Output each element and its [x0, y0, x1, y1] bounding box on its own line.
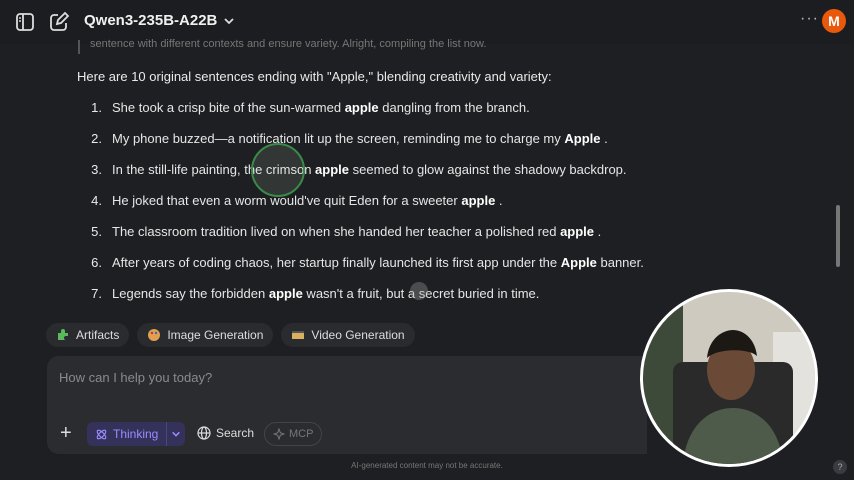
- sidebar-toggle-icon[interactable]: [14, 11, 36, 33]
- item-text: After years of coding chaos, her startup…: [112, 254, 644, 285]
- thinking-toggle[interactable]: Thinking: [87, 422, 186, 446]
- new-chat-icon[interactable]: [48, 11, 70, 33]
- sparkle-icon: [273, 428, 285, 440]
- item-number: 3.: [91, 162, 102, 177]
- item-text-post: seemed to glow against the shadowy backd…: [349, 162, 627, 177]
- presenter-video: [643, 292, 815, 464]
- thinking-border: [78, 40, 80, 54]
- chevron-down-icon: [224, 17, 235, 24]
- input-placeholder: How can I help you today?: [59, 370, 213, 385]
- item-text-pre: My phone buzzed—a notification lit up th…: [112, 131, 565, 146]
- item-number: 4.: [91, 193, 102, 208]
- help-button[interactable]: ?: [833, 460, 847, 474]
- list-item: 1. She took a crisp bite of the sun-warme…: [78, 99, 698, 130]
- mcp-toggle[interactable]: MCP: [264, 422, 323, 446]
- puzzle-icon: [58, 329, 68, 340]
- item-text-keyword: apple: [315, 162, 350, 177]
- search-toggle[interactable]: Search: [197, 426, 254, 440]
- attach-button[interactable]: +: [60, 422, 72, 445]
- message-input[interactable]: How can I help you today? + Thinking Sea…: [47, 356, 647, 454]
- cursor-pointer: [410, 282, 428, 300]
- item-text-keyword: apple: [344, 100, 379, 115]
- artifacts-chip[interactable]: Artifacts: [46, 323, 130, 347]
- mcp-label: MCP: [289, 428, 314, 440]
- item-text-post: .: [600, 131, 608, 146]
- item-number: 6.: [91, 255, 102, 270]
- chip-label: Artifacts: [76, 328, 120, 342]
- video-generation-chip[interactable]: Video Generation: [281, 323, 415, 347]
- item-number: 5.: [91, 224, 102, 239]
- item-number: 1.: [91, 100, 102, 115]
- item-text-post: .: [495, 193, 503, 208]
- scrollbar[interactable]: [836, 205, 840, 267]
- image-generation-chip[interactable]: Image Generation: [137, 323, 274, 347]
- list-item: 2. My phone buzzed—a notification lit up …: [78, 130, 698, 161]
- chevron-down-icon: [172, 431, 181, 437]
- item-text-pre: The classroom tradition lived on when sh…: [112, 224, 561, 239]
- list-item: 6. After years of coding chaos, her start…: [78, 254, 698, 285]
- item-text-post: banner.: [596, 255, 644, 270]
- feature-chips: Artifacts Image Generation Video Generat…: [46, 323, 415, 347]
- more-options-button[interactable]: ···: [800, 10, 819, 28]
- item-number: 7.: [91, 286, 102, 301]
- cursor-highlight: [251, 143, 305, 197]
- item-text-pre: After years of coding chaos, her startup…: [112, 255, 561, 270]
- item-text-keyword: apple: [560, 224, 595, 239]
- response-intro: Here are 10 original sentences ending wi…: [77, 69, 552, 84]
- item-text-post: dangling from the branch.: [378, 100, 530, 115]
- webcam-overlay: [640, 289, 818, 467]
- chip-label: Video Generation: [311, 328, 405, 342]
- item-text-pre: She took a crisp bite of the sun-warmed: [112, 100, 345, 115]
- avatar[interactable]: M: [822, 9, 846, 33]
- palette-icon: [148, 329, 161, 341]
- item-text: Legends say the forbidden apple wasn't a…: [112, 285, 539, 316]
- thinking-text: sentence with different contexts and ens…: [90, 38, 487, 50]
- item-text-keyword: apple: [461, 193, 496, 208]
- item-text: He joked that even a worm would've quit …: [112, 192, 503, 223]
- item-text: The classroom tradition lived on when sh…: [112, 223, 601, 254]
- search-label: Search: [216, 426, 255, 440]
- item-text: She took a crisp bite of the sun-warmed …: [112, 99, 530, 130]
- list-item: 5. The classroom tradition lived on when …: [78, 223, 698, 254]
- list-item: 4. He joked that even a worm would've qui…: [78, 192, 698, 223]
- globe-icon: [197, 426, 211, 440]
- thinking-label: Thinking: [113, 427, 159, 441]
- item-text-keyword: Apple: [564, 131, 601, 146]
- chip-label: Image Generation: [167, 328, 264, 342]
- item-text: In the still-life painting, the crimson …: [112, 161, 627, 192]
- film-icon: [292, 331, 305, 339]
- item-text: My phone buzzed—a notification lit up th…: [112, 130, 608, 161]
- thinking-dropdown[interactable]: [166, 422, 185, 446]
- sentence-list: 1. She took a crisp bite of the sun-warme…: [78, 99, 698, 316]
- model-selector[interactable]: Qwen3-235B-A22B: [84, 12, 235, 29]
- list-item: 7. Legends say the forbidden apple wasn't…: [78, 285, 698, 316]
- atom-icon: [96, 429, 107, 439]
- list-item: 3. In the still-life painting, the crimso…: [78, 161, 698, 192]
- item-text-keyword: Apple: [560, 255, 597, 270]
- model-name: Qwen3-235B-A22B: [84, 12, 218, 29]
- item-text-keyword: apple: [268, 286, 303, 301]
- disclaimer: AI-generated content may not be accurate…: [351, 461, 503, 470]
- item-text-post: .: [594, 224, 602, 239]
- item-text-pre: Legends say the forbidden: [112, 286, 269, 301]
- item-number: 2.: [91, 131, 102, 146]
